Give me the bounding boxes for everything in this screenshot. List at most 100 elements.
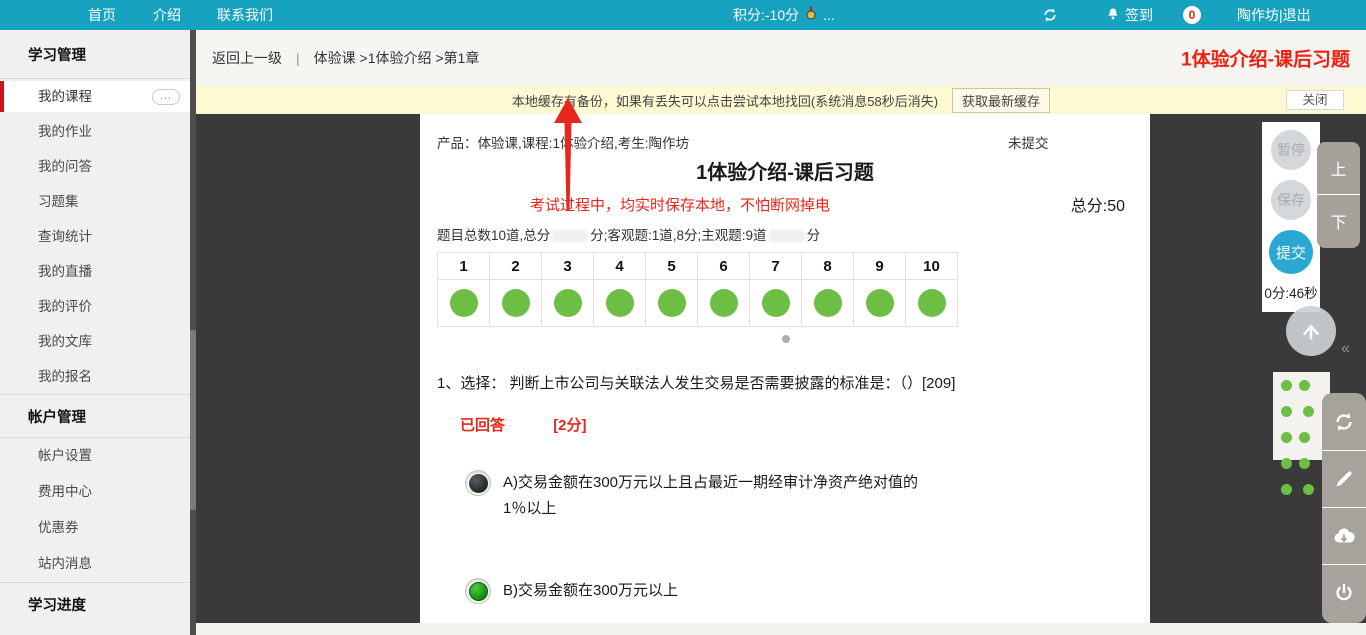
exam-meta: 产品：体验课,课程:1体验介绍,考生:陶作坊 (437, 132, 689, 152)
option-b-label[interactable]: B)交易金额在300万元以上 (503, 578, 678, 604)
sync-icon (1333, 411, 1355, 433)
minimap-dot[interactable] (1303, 406, 1314, 417)
option-b[interactable]: B)交易金额在300万元以上 (465, 578, 678, 604)
option-a-line2: 1％以上 (503, 500, 556, 517)
sidebar-section-study[interactable]: 学习管理 (0, 30, 190, 78)
sidebar-item-site-messages[interactable]: 站内消息 (0, 546, 190, 582)
minimap-dot[interactable] (1281, 458, 1292, 469)
sidebar-item-my-courses[interactable]: 我的课程 ... (0, 81, 190, 112)
nav-item-contact[interactable]: 联系我们 (217, 0, 273, 30)
question-status-9[interactable] (854, 280, 906, 327)
back-link[interactable]: 返回上一级 (212, 48, 282, 68)
nav-refresh-icon[interactable] (1042, 7, 1058, 23)
signin-group[interactable]: 签到 (1106, 0, 1153, 30)
answered-dot (502, 289, 530, 317)
question-status-1[interactable] (438, 280, 490, 327)
question-status-5[interactable] (646, 280, 698, 327)
question-status-10[interactable] (906, 280, 958, 327)
submit-button[interactable]: 提交 (1269, 230, 1313, 274)
signin-label: 签到 (1125, 7, 1153, 23)
sidebar-item-my-qa[interactable]: 我的问答 (0, 149, 190, 184)
option-a-label[interactable]: A)交易金额在300万元以上且占最近一期经审计净资产绝对值的 1％以上 (503, 470, 918, 522)
answered-dot (450, 289, 478, 317)
minimap-dot[interactable] (1281, 380, 1292, 391)
sidebar-item-account-settings[interactable]: 帐户设置 (0, 438, 190, 474)
more-pill-button[interactable]: ... (152, 89, 180, 105)
question-body: 判断上市公司与关联法人发生交易是否需要披露的标准是：（）[209] (510, 375, 956, 392)
sidebar-item-billing-center[interactable]: 费用中心 (0, 474, 190, 510)
sidebar-item-my-signup[interactable]: 我的报名 (0, 359, 190, 394)
question-cell-3[interactable]: 3 (542, 253, 594, 280)
question-status-4[interactable] (594, 280, 646, 327)
minimap-dot[interactable] (1299, 432, 1310, 443)
minimap-dot[interactable] (1299, 380, 1310, 391)
question-cell-5[interactable]: 5 (646, 253, 698, 280)
grid-pagination-dot[interactable] (782, 335, 790, 343)
cloud-download-icon (1332, 524, 1356, 548)
collapse-panel-chevron-icon[interactable]: « (1341, 340, 1350, 358)
fetch-latest-cache-button[interactable]: 获取最新缓存 (952, 88, 1050, 113)
question-cell-8[interactable]: 8 (802, 253, 854, 280)
minimap-dot[interactable] (1281, 432, 1292, 443)
edit-button[interactable] (1322, 450, 1366, 507)
breadcrumb-path[interactable]: 体验课 >1体验介绍 >第1章 (314, 48, 480, 68)
question-status-2[interactable] (490, 280, 542, 327)
minimap-dot[interactable] (1303, 484, 1314, 495)
save-button[interactable]: 保存 (1271, 180, 1311, 220)
sync-button[interactable] (1322, 393, 1366, 450)
back-to-top-button[interactable] (1286, 306, 1336, 356)
minimap-dot[interactable] (1281, 406, 1292, 417)
question-cell-6[interactable]: 6 (698, 253, 750, 280)
question-status-6[interactable] (698, 280, 750, 327)
points-group[interactable]: 积分:-10分 ... (733, 0, 835, 30)
answered-dot (710, 289, 738, 317)
cache-banner: 本地缓存有备份，如果有丢失可以点击尝试本地找回(系统消息58秒后消失) 获取最新… (196, 86, 1366, 114)
sidebar-item-coupons[interactable]: 优惠券 (0, 510, 190, 546)
question-status-7[interactable] (750, 280, 802, 327)
option-a-radio[interactable] (465, 470, 491, 496)
sidebar-item-my-live[interactable]: 我的直播 (0, 254, 190, 289)
question-cell-1[interactable]: 1 (438, 253, 490, 280)
nav-item-intro[interactable]: 介绍 (153, 0, 181, 30)
sidebar-item-query-stats[interactable]: 查询统计 (0, 219, 190, 254)
download-button[interactable] (1322, 507, 1366, 564)
exit-button[interactable] (1322, 564, 1366, 621)
option-a[interactable]: A)交易金额在300万元以上且占最近一期经审计净资产绝对值的 1％以上 (465, 470, 918, 522)
minimap-dot[interactable] (1281, 484, 1292, 495)
points-label: 积分:-10分 (733, 0, 799, 30)
side-toolbar (1322, 393, 1366, 623)
question-status-3[interactable] (542, 280, 594, 327)
question-cell-9[interactable]: 9 (854, 253, 906, 280)
minimap-dot[interactable] (1299, 458, 1310, 469)
question-cell-10[interactable]: 10 (906, 253, 958, 280)
question-cell-2[interactable]: 2 (490, 253, 542, 280)
sidebar-item-my-reviews[interactable]: 我的评价 (0, 289, 190, 324)
sidebar-item-my-homework[interactable]: 我的作业 (0, 114, 190, 149)
sidebar-section-account[interactable]: 帐户管理 (0, 395, 190, 437)
submit-status: 未提交 (1008, 132, 1049, 152)
sidebar-section-progress[interactable]: 学习进度 (0, 583, 190, 625)
breadcrumb-bar: 返回上一级 | 体验课 >1体验介绍 >第1章 1体验介绍-课后习题 (196, 30, 1366, 86)
nav-item-home[interactable]: 首页 (88, 0, 116, 30)
prev-question-button[interactable]: 上 (1317, 142, 1360, 194)
bottom-strip (196, 623, 1366, 635)
question-number-grid: 1 2 3 4 5 6 7 8 9 10 (437, 252, 958, 327)
question-status-8[interactable] (802, 280, 854, 327)
exam-summary: 题目总数10道,总分分;客观题:1道,8分;主观题:9道分 (437, 224, 820, 244)
sidebar-item-my-library[interactable]: 我的文库 (0, 324, 190, 359)
exam-workspace: 产品：体验课,课程:1体验介绍,考生:陶作坊 未提交 1体验介绍-课后习题 考试… (196, 114, 1366, 623)
answered-dot (814, 289, 842, 317)
nav-user-logout[interactable]: 陶作坊|退出 (1237, 0, 1311, 30)
breadcrumb-separator: | (296, 50, 300, 66)
question-cell-4[interactable]: 4 (594, 253, 646, 280)
next-question-button[interactable]: 下 (1317, 194, 1360, 247)
question-number: 1、选择： (437, 375, 505, 392)
pause-button[interactable]: 暂停 (1271, 130, 1311, 170)
exam-title: 1体验介绍-课后习题 (420, 156, 1150, 185)
notification-badge[interactable]: 0 (1183, 6, 1201, 24)
banner-close-button[interactable]: 关闭 (1286, 90, 1344, 110)
sidebar-item-exercise-set[interactable]: 习题集 (0, 184, 190, 219)
question-cell-7[interactable]: 7 (750, 253, 802, 280)
points-more[interactable]: ... (823, 0, 835, 30)
option-b-radio[interactable] (465, 578, 491, 604)
